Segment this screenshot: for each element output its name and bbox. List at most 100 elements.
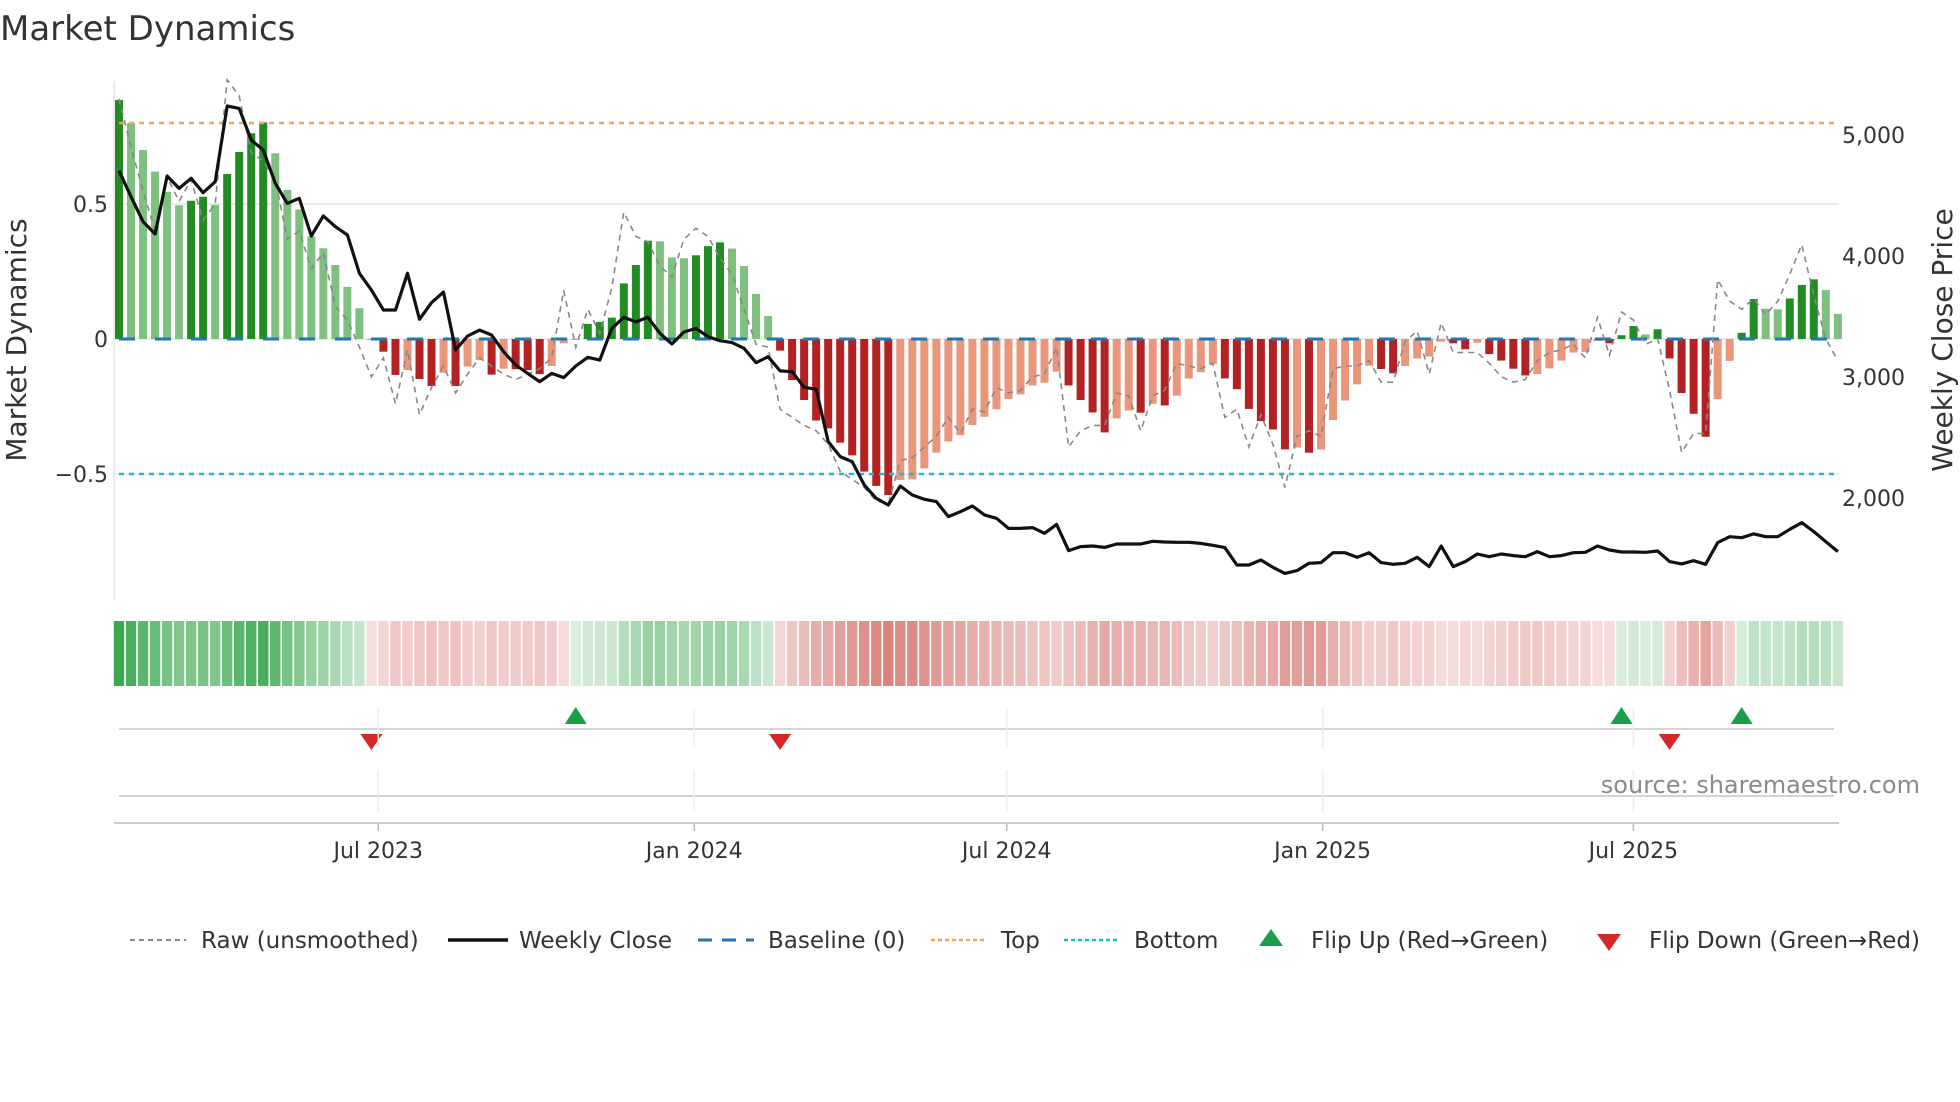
regime-cell-down bbox=[774, 621, 786, 686]
regime-cell-down bbox=[1556, 621, 1567, 686]
regime-cell-down bbox=[558, 621, 569, 686]
regime-cell-down bbox=[366, 621, 377, 686]
legend-top-label: Top bbox=[1000, 928, 1040, 954]
regime-cell-up bbox=[185, 621, 197, 686]
bar-positive bbox=[295, 209, 304, 339]
regime-cell-up bbox=[270, 621, 281, 686]
bar-negative bbox=[1268, 339, 1277, 430]
left-tick-label: 0 bbox=[94, 328, 108, 353]
regime-cell-up bbox=[330, 621, 341, 686]
x-tick-label: Jan 2024 bbox=[644, 839, 743, 864]
bar-positive bbox=[1833, 313, 1842, 339]
flip-down-marker bbox=[360, 734, 383, 750]
flip-up-marker bbox=[564, 707, 587, 724]
regime-cell-down bbox=[1231, 621, 1243, 686]
regime-cell-down bbox=[546, 621, 557, 686]
regime-cell-down bbox=[1111, 621, 1122, 686]
regime-cell-down bbox=[979, 621, 990, 686]
regime-cell-up bbox=[666, 621, 678, 686]
regime-cell-down bbox=[1700, 621, 1711, 686]
regime-cell-down bbox=[1544, 621, 1555, 686]
bar-negative bbox=[1304, 339, 1313, 453]
regime-cell-down bbox=[1484, 621, 1495, 686]
regime-cell-up bbox=[113, 621, 125, 686]
bar-positive bbox=[1617, 335, 1626, 339]
bar-positive bbox=[307, 236, 316, 339]
regime-cell-down bbox=[871, 621, 882, 686]
left-axis-ticks: 0.5 0 −0.5 bbox=[55, 193, 108, 488]
bar-negative bbox=[1317, 339, 1325, 450]
regime-cell-down bbox=[1219, 621, 1231, 686]
regime-cell-up bbox=[606, 621, 618, 686]
regime-cell-down bbox=[1135, 621, 1146, 686]
regime-cell-down bbox=[486, 621, 497, 686]
regime-cell-down bbox=[1423, 621, 1435, 686]
bar-negative bbox=[968, 339, 977, 426]
regime-cell-down bbox=[1171, 621, 1182, 686]
bar-negative bbox=[1040, 339, 1049, 383]
regime-cell-down bbox=[895, 621, 906, 686]
regime-cell-down bbox=[1448, 621, 1459, 686]
bar-positive bbox=[1809, 279, 1818, 339]
regime-cell-up bbox=[294, 621, 305, 686]
bar-negative bbox=[1112, 339, 1121, 419]
bar-positive bbox=[187, 200, 196, 339]
flip-down-marker bbox=[1658, 734, 1681, 750]
regime-cell-down bbox=[907, 621, 918, 686]
regime-cell-up bbox=[234, 621, 245, 686]
regime-cell-down bbox=[1580, 621, 1591, 686]
regime-cell-down bbox=[1051, 621, 1062, 686]
regime-cell-up bbox=[582, 621, 593, 686]
bar-negative bbox=[1701, 339, 1710, 437]
bar-positive bbox=[331, 265, 340, 339]
regime-cell-down bbox=[1411, 621, 1423, 686]
bar-negative bbox=[1689, 339, 1698, 414]
flip-up-triangle-icon bbox=[1259, 929, 1283, 946]
regime-cell-down bbox=[822, 621, 834, 686]
bar-negative bbox=[427, 339, 436, 386]
regime-cell-up bbox=[714, 621, 726, 686]
bar-positive bbox=[655, 241, 664, 339]
bar-negative bbox=[1425, 339, 1434, 357]
regime-cell-down bbox=[378, 621, 389, 686]
bar-positive bbox=[703, 246, 712, 339]
bar-negative bbox=[1521, 339, 1530, 376]
bar-positive bbox=[211, 204, 220, 339]
regime-cell-down bbox=[1387, 621, 1399, 686]
bar-negative bbox=[848, 339, 857, 456]
bar-negative bbox=[884, 339, 893, 496]
left-axis-label: Market Dynamics bbox=[0, 218, 33, 461]
bar-negative bbox=[1076, 339, 1085, 401]
x-axis-ticks: Jul 2023 Jan 2024 Jul 2024 Jan 2025 Jul 2025 bbox=[332, 708, 1679, 864]
bar-negative bbox=[1461, 339, 1470, 350]
bar-negative bbox=[1713, 339, 1722, 400]
regime-cell-down bbox=[402, 621, 413, 686]
regime-cell-down bbox=[1532, 621, 1543, 686]
legend-raw-label: Raw (unsmoothed) bbox=[201, 928, 419, 954]
regime-cell-up bbox=[618, 621, 630, 686]
bar-negative bbox=[1725, 339, 1734, 361]
bar-negative bbox=[1004, 339, 1013, 399]
bar-positive bbox=[199, 196, 208, 339]
bar-negative bbox=[1533, 339, 1542, 375]
bar-negative bbox=[1509, 339, 1518, 369]
regime-cell-down bbox=[859, 621, 870, 686]
regime-cell-down bbox=[943, 621, 954, 686]
regime-cell-up bbox=[726, 621, 738, 686]
regime-cell-up bbox=[221, 621, 233, 686]
bar-negative bbox=[415, 339, 424, 379]
regime-cell-down bbox=[1267, 621, 1279, 686]
bar-positive bbox=[764, 316, 773, 339]
bar-negative bbox=[1437, 339, 1446, 342]
regime-cell-down bbox=[1724, 621, 1735, 686]
regime-cell-up bbox=[1652, 621, 1663, 686]
regime-cell-up bbox=[1772, 621, 1783, 686]
bar-negative bbox=[1244, 339, 1253, 409]
bar-negative bbox=[1028, 339, 1037, 386]
x-tick-label: Jul 2025 bbox=[1587, 839, 1679, 864]
left-tick-label: −0.5 bbox=[55, 463, 108, 488]
regime-cell-down bbox=[1243, 621, 1255, 686]
bar-negative bbox=[1208, 339, 1217, 365]
bar-negative bbox=[836, 339, 845, 443]
bar-negative bbox=[1160, 339, 1169, 406]
